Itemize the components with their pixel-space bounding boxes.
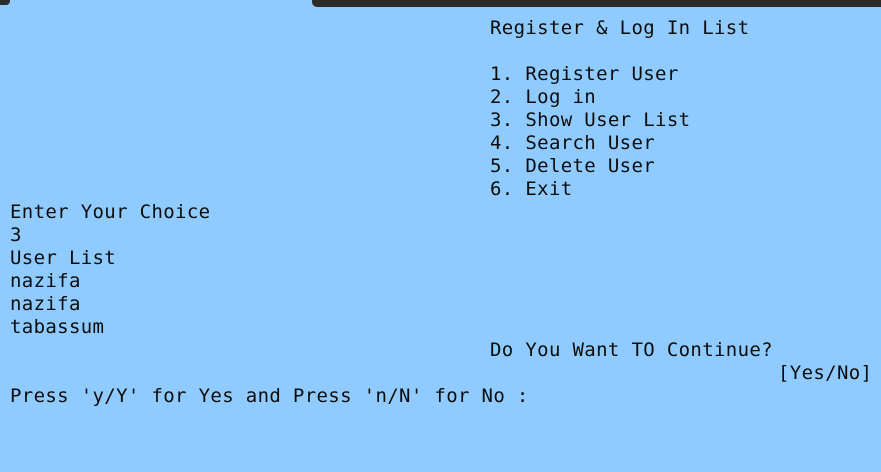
user-list-item: nazifa — [10, 270, 81, 292]
continue-question: Do You Want TO Continue? — [490, 339, 773, 361]
menu-item-search-user: 4. Search User — [490, 132, 656, 154]
choice-prompt-label: Enter Your Choice — [10, 201, 211, 223]
menu-item-log-in: 2. Log in — [490, 86, 597, 108]
user-list-item: nazifa — [10, 293, 81, 315]
console-window: { "menu": { "title": "Register & Log In … — [0, 0, 881, 472]
menu-title: Register & Log In List — [490, 17, 750, 39]
menu-item-show-user-list: 3. Show User List — [490, 109, 691, 131]
menu-item-register-user: 1. Register User — [490, 63, 679, 85]
choice-input-value: 3 — [10, 224, 22, 246]
user-list-heading: User List — [10, 247, 117, 269]
continue-options: [Yes/No] — [778, 362, 873, 384]
window-top-edge-right — [312, 0, 881, 7]
menu-item-delete-user: 5. Delete User — [490, 155, 656, 177]
continue-instruction: Press 'y/Y' for Yes and Press 'n/N' for … — [10, 385, 529, 407]
menu-item-exit: 6. Exit — [490, 178, 573, 200]
window-top-edge-left — [0, 0, 10, 5]
user-list-item: tabassum — [10, 316, 105, 338]
